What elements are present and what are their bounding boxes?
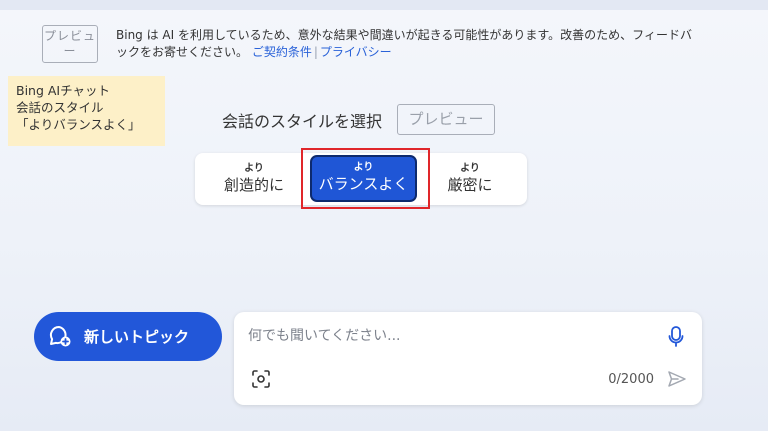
chat-plus-icon [49,325,71,347]
visual-search-icon[interactable] [252,370,270,388]
char-counter: 0/2000 [608,372,654,387]
top-bar [0,0,768,10]
highlight-frame [301,148,430,209]
annotation-line: Bing AIチャット [16,83,110,98]
style-option-label: 厳密に [447,176,493,194]
style-option-prefix: より [244,163,264,174]
microphone-icon[interactable] [668,326,684,348]
new-topic-label: 新しいトピック [84,328,190,346]
style-option-label: 創造的に [223,176,284,194]
terms-link[interactable]: ご契約条件 [252,45,312,59]
style-preview-badge: プレビュー [397,104,495,135]
chat-composer: 0/2000 [234,312,702,405]
annotation-callout: Bing AIチャット 会話のスタイル 「よりバランスよく」 [8,76,165,146]
send-icon[interactable] [667,370,687,388]
style-option-prefix: より [460,163,480,174]
annotation-line: 会話のスタイル [16,100,104,115]
annotation-line: 「よりバランスよく」 [16,117,141,132]
link-separator: | [313,45,318,59]
disclaimer: Bing は AI を利用しているため、意外な結果や間違いが起きる可能性がありま… [116,27,696,61]
style-option-precise[interactable]: より 厳密に [425,153,515,205]
style-option-creative[interactable]: より 創造的に [209,153,299,205]
new-topic-button[interactable]: 新しいトピック [34,312,222,361]
preview-badge: プレビュー [42,25,98,63]
chat-input[interactable] [248,324,648,348]
bing-chat-page: プレビュー Bing は AI を利用しているため、意外な結果や間違いが起きる可… [0,0,768,431]
style-picker-heading: 会話のスタイルを選択 [222,112,383,131]
disclaimer-text: Bing は AI を利用しているため、意外な結果や間違いが起きる可能性がありま… [116,28,692,59]
privacy-link[interactable]: プライバシー [320,45,392,59]
